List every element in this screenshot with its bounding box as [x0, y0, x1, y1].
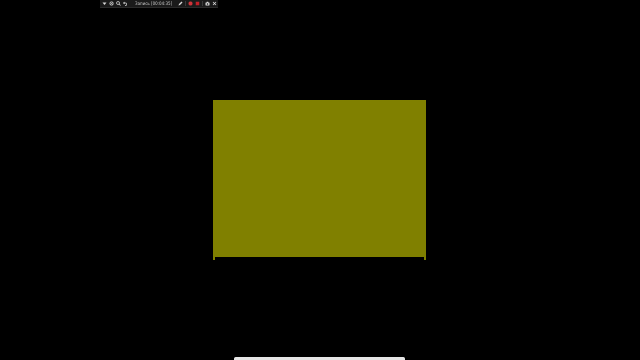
camera-icon[interactable] — [205, 1, 210, 6]
settings-icon[interactable] — [109, 1, 114, 6]
rectangle-foot-right — [424, 257, 426, 260]
pen-icon[interactable] — [178, 1, 183, 6]
screen: Запись [00:04:35] — [0, 0, 640, 360]
dropdown-arrow-icon[interactable] — [102, 1, 107, 6]
stop-icon[interactable] — [195, 1, 200, 6]
magnifier-icon[interactable] — [116, 1, 121, 6]
recorder-toolbar: Запись [00:04:35] — [100, 0, 218, 8]
recording-status-label: Запись [00:04:35] — [135, 0, 173, 6]
undo-icon[interactable] — [123, 1, 128, 6]
toolbar-divider — [185, 1, 187, 6]
rectangle-foot-left — [213, 257, 215, 260]
toolbar-divider — [202, 1, 204, 6]
record-icon[interactable] — [188, 1, 193, 6]
close-icon[interactable] — [212, 1, 217, 6]
olive-rectangle — [213, 100, 426, 257]
